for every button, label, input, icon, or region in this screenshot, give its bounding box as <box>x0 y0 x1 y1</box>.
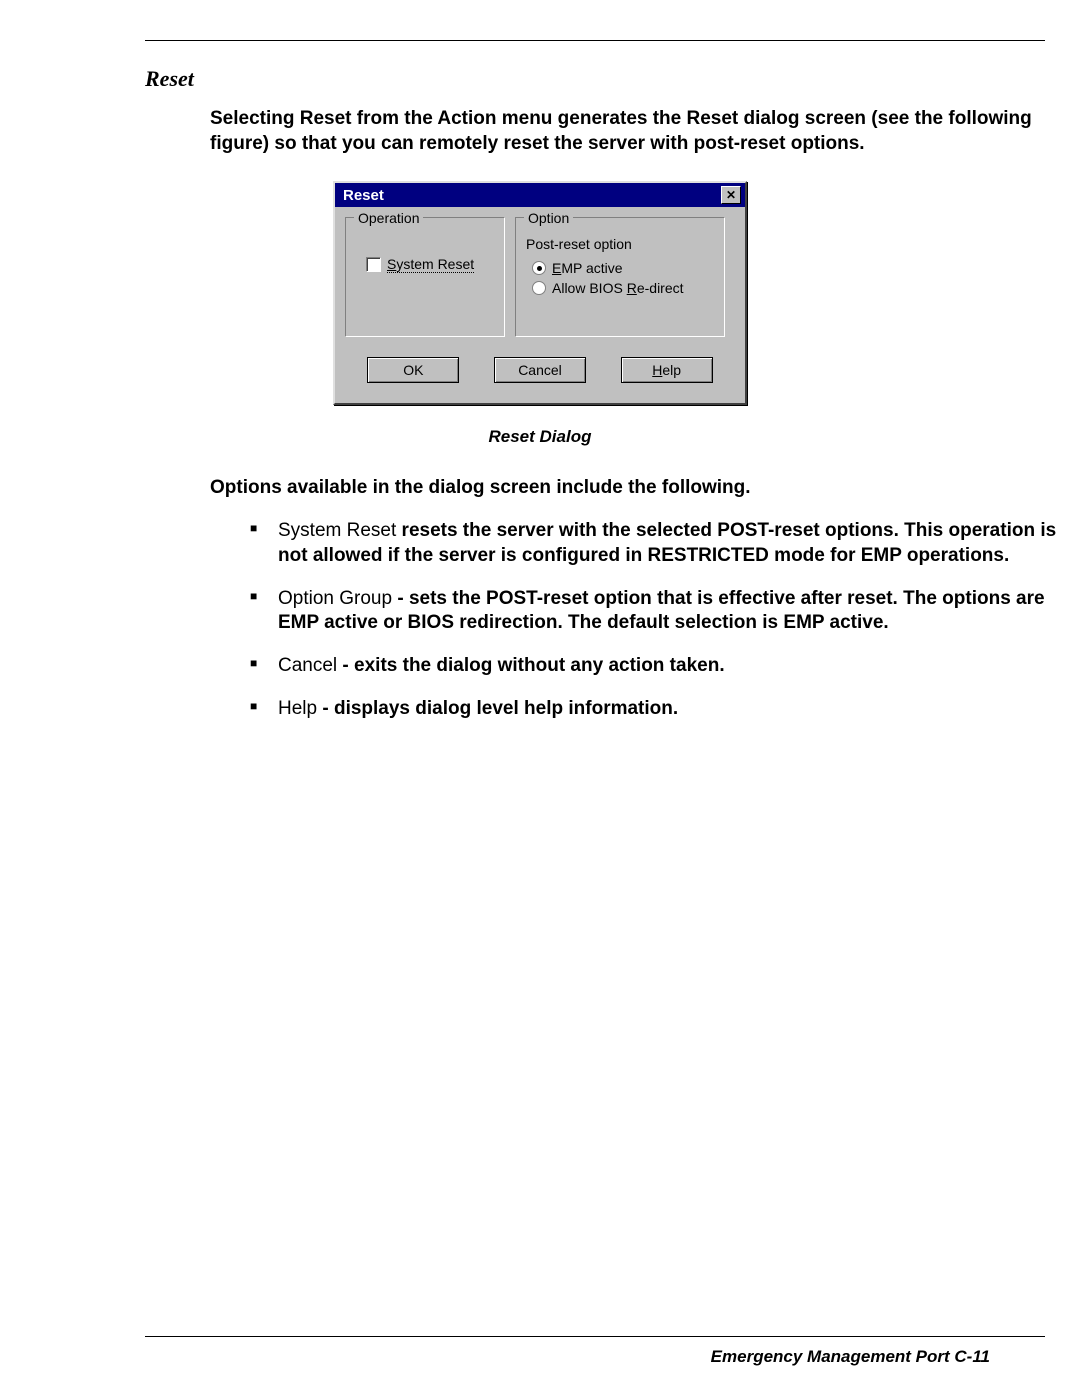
list-item: Option Group - sets the POST-reset optio… <box>250 587 1070 636</box>
option-legend: Option <box>524 210 573 226</box>
help-button[interactable]: Help <box>621 357 713 383</box>
emp-active-label: EMP active <box>552 260 623 276</box>
figure-container: Reset ✕ Operation System Reset Option <box>145 181 935 447</box>
operation-group: Operation System Reset <box>345 217 505 337</box>
reset-dialog: Reset ✕ Operation System Reset Option <box>333 181 747 405</box>
cancel-button[interactable]: Cancel <box>494 357 586 383</box>
post-reset-label: Post-reset option <box>526 236 714 252</box>
section-heading: Reset <box>145 66 935 92</box>
figure-caption: Reset Dialog <box>489 427 592 447</box>
ok-button[interactable]: OK <box>367 357 459 383</box>
top-rule <box>145 40 1045 41</box>
bios-redirect-radio[interactable]: Allow BIOS Re-direct <box>532 280 714 296</box>
system-reset-checkbox[interactable]: System Reset <box>366 256 494 272</box>
intro-paragraph: Selecting Reset from the Action menu gen… <box>210 107 1080 156</box>
options-list: System Reset resets the server with the … <box>250 519 1070 721</box>
close-icon: ✕ <box>726 188 736 202</box>
radio-icon <box>532 261 546 275</box>
checkbox-icon <box>366 257 381 272</box>
dialog-body: Operation System Reset Option Post-reset… <box>335 207 745 403</box>
list-item: System Reset resets the server with the … <box>250 519 1070 568</box>
radio-icon <box>532 281 546 295</box>
emp-active-radio[interactable]: EMP active <box>532 260 714 276</box>
footer-text: Emergency Management Port C-11 <box>145 1347 1045 1367</box>
option-group: Option Post-reset option EMP active Allo… <box>515 217 725 337</box>
system-reset-label: System Reset <box>387 256 474 272</box>
operation-legend: Operation <box>354 210 423 226</box>
list-item: Cancel - exits the dialog without any ac… <box>250 654 1070 679</box>
list-item: Help - displays dialog level help inform… <box>250 697 1070 722</box>
close-button[interactable]: ✕ <box>721 186 741 204</box>
bios-redirect-label: Allow BIOS Re-direct <box>552 280 684 296</box>
dialog-title: Reset <box>343 187 384 204</box>
dialog-button-row: OK Cancel Help <box>345 352 735 393</box>
page-footer: Emergency Management Port C-11 <box>145 1336 1045 1367</box>
dialog-titlebar: Reset ✕ <box>335 183 745 207</box>
options-intro: Options available in the dialog screen i… <box>210 477 935 499</box>
